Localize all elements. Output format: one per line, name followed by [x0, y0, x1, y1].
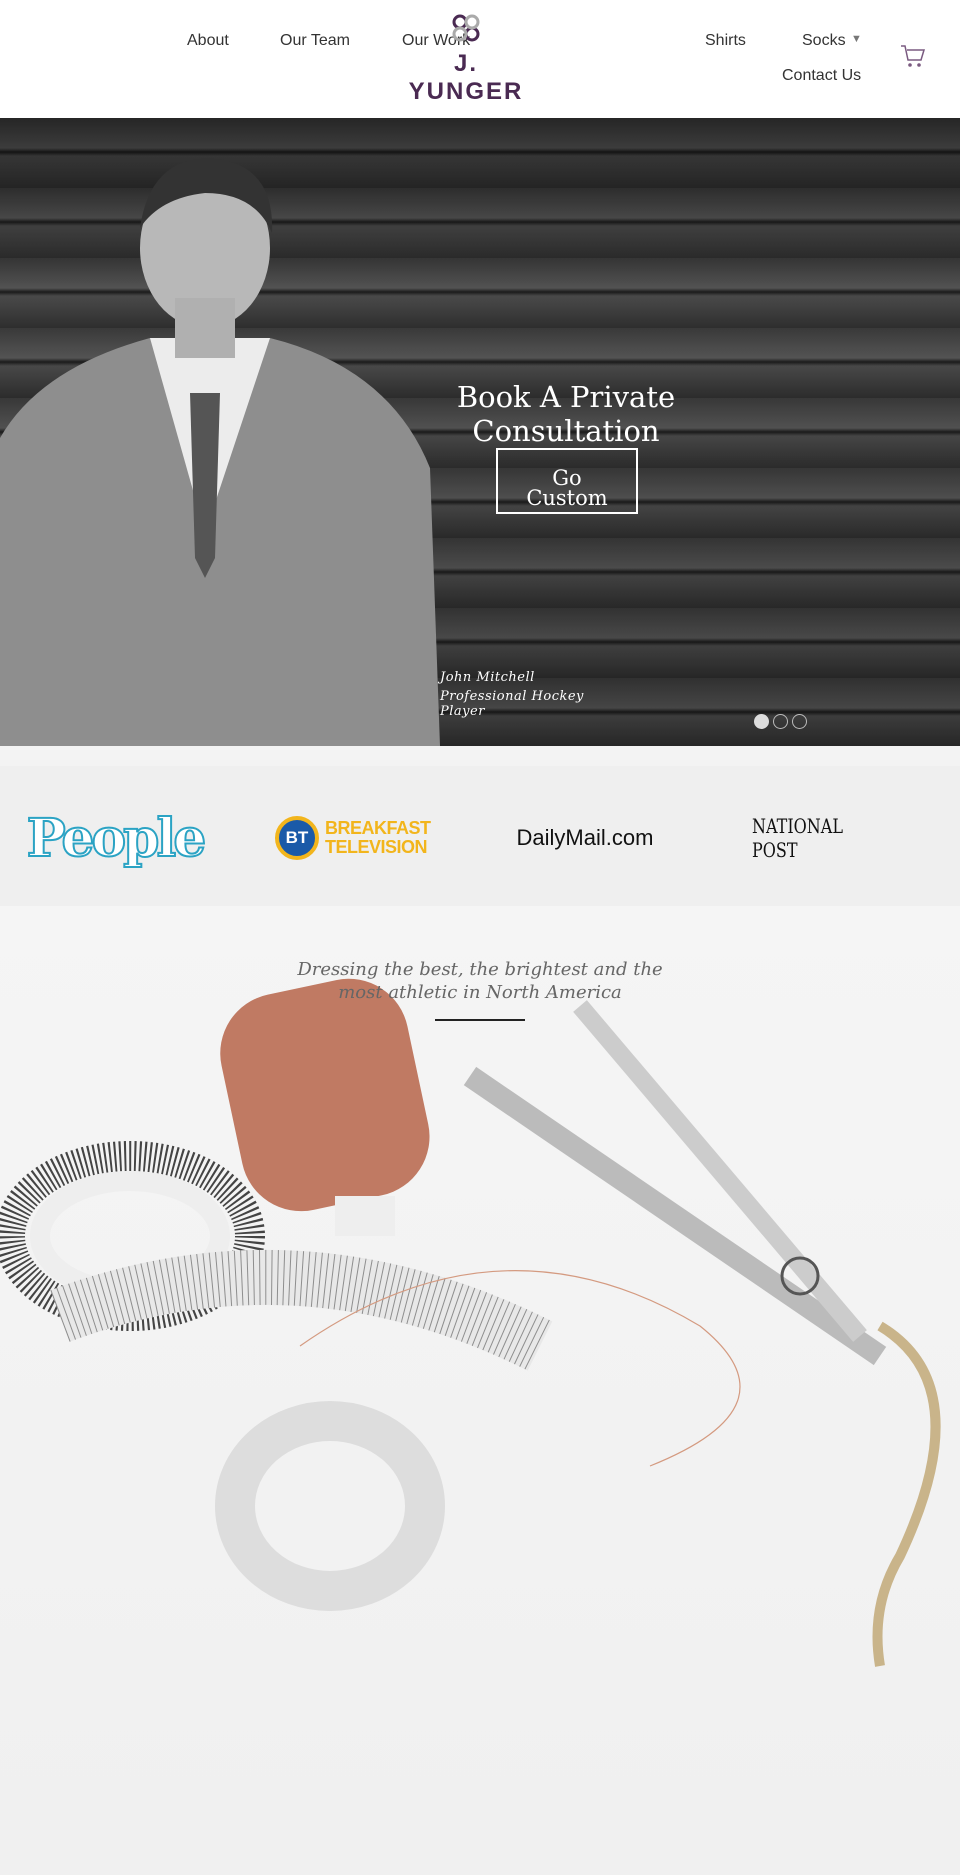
hero-title: Book A Private Consultation: [456, 380, 676, 448]
people-logo-text: People: [26, 807, 208, 870]
press-logo-national-post: NATIONAL POST: [735, 806, 905, 870]
nav-our-team[interactable]: Our Team: [280, 32, 350, 50]
tailoring-section: Dressing the best, the brightest and the…: [0, 906, 960, 1875]
dailymail-logo-text: DailyMail.com: [516, 825, 654, 850]
press-logos: People BT BREAKFAST TELEVISION DailyMail…: [0, 766, 960, 906]
nav-about[interactable]: About: [187, 32, 229, 50]
logo-knot-icon: [452, 14, 480, 42]
bt-logo-text: BREAKFAST TELEVISION: [325, 818, 431, 857]
press-logo-dailymail: DailyMail.com: [500, 806, 670, 870]
caption-name: John Mitchell: [440, 670, 535, 685]
caption-role-2: Player: [440, 704, 485, 719]
cta-line-2: Custom: [526, 486, 608, 510]
tagline: Dressing the best, the brightest and the…: [297, 959, 663, 1003]
press-logo-bt: BT BREAKFAST TELEVISION: [265, 806, 435, 870]
logo-text: J. YUNGER: [408, 50, 524, 105]
bt-badge: BT: [275, 816, 319, 860]
go-custom-button[interactable]: Go Custom: [496, 448, 638, 514]
nav-socks[interactable]: Socks: [802, 32, 846, 50]
press-logo-people: People: [26, 806, 208, 870]
national-post-logo-text: NATIONAL POST: [752, 814, 843, 862]
hero-slider: Book A Private Consultation Go Custom Joh…: [0, 118, 960, 746]
nav-shirts[interactable]: Shirts: [705, 32, 746, 50]
caption-role-1: Professional Hockey: [440, 689, 584, 704]
site-header: About Our Team Our Work J. YUNGER Shirts…: [0, 0, 960, 118]
slide-dot-3[interactable]: [792, 714, 807, 729]
divider: [435, 1019, 525, 1021]
tailoring-tools-image: [0, 978, 941, 1667]
chevron-down-icon[interactable]: ▼: [851, 33, 862, 45]
slide-dot-1[interactable]: [754, 714, 769, 729]
shopping-cart-icon[interactable]: [900, 44, 926, 70]
slide-dot-2[interactable]: [773, 714, 788, 729]
logo[interactable]: J. YUNGER: [396, 12, 536, 105]
nav-contact-us[interactable]: Contact Us: [782, 67, 861, 85]
